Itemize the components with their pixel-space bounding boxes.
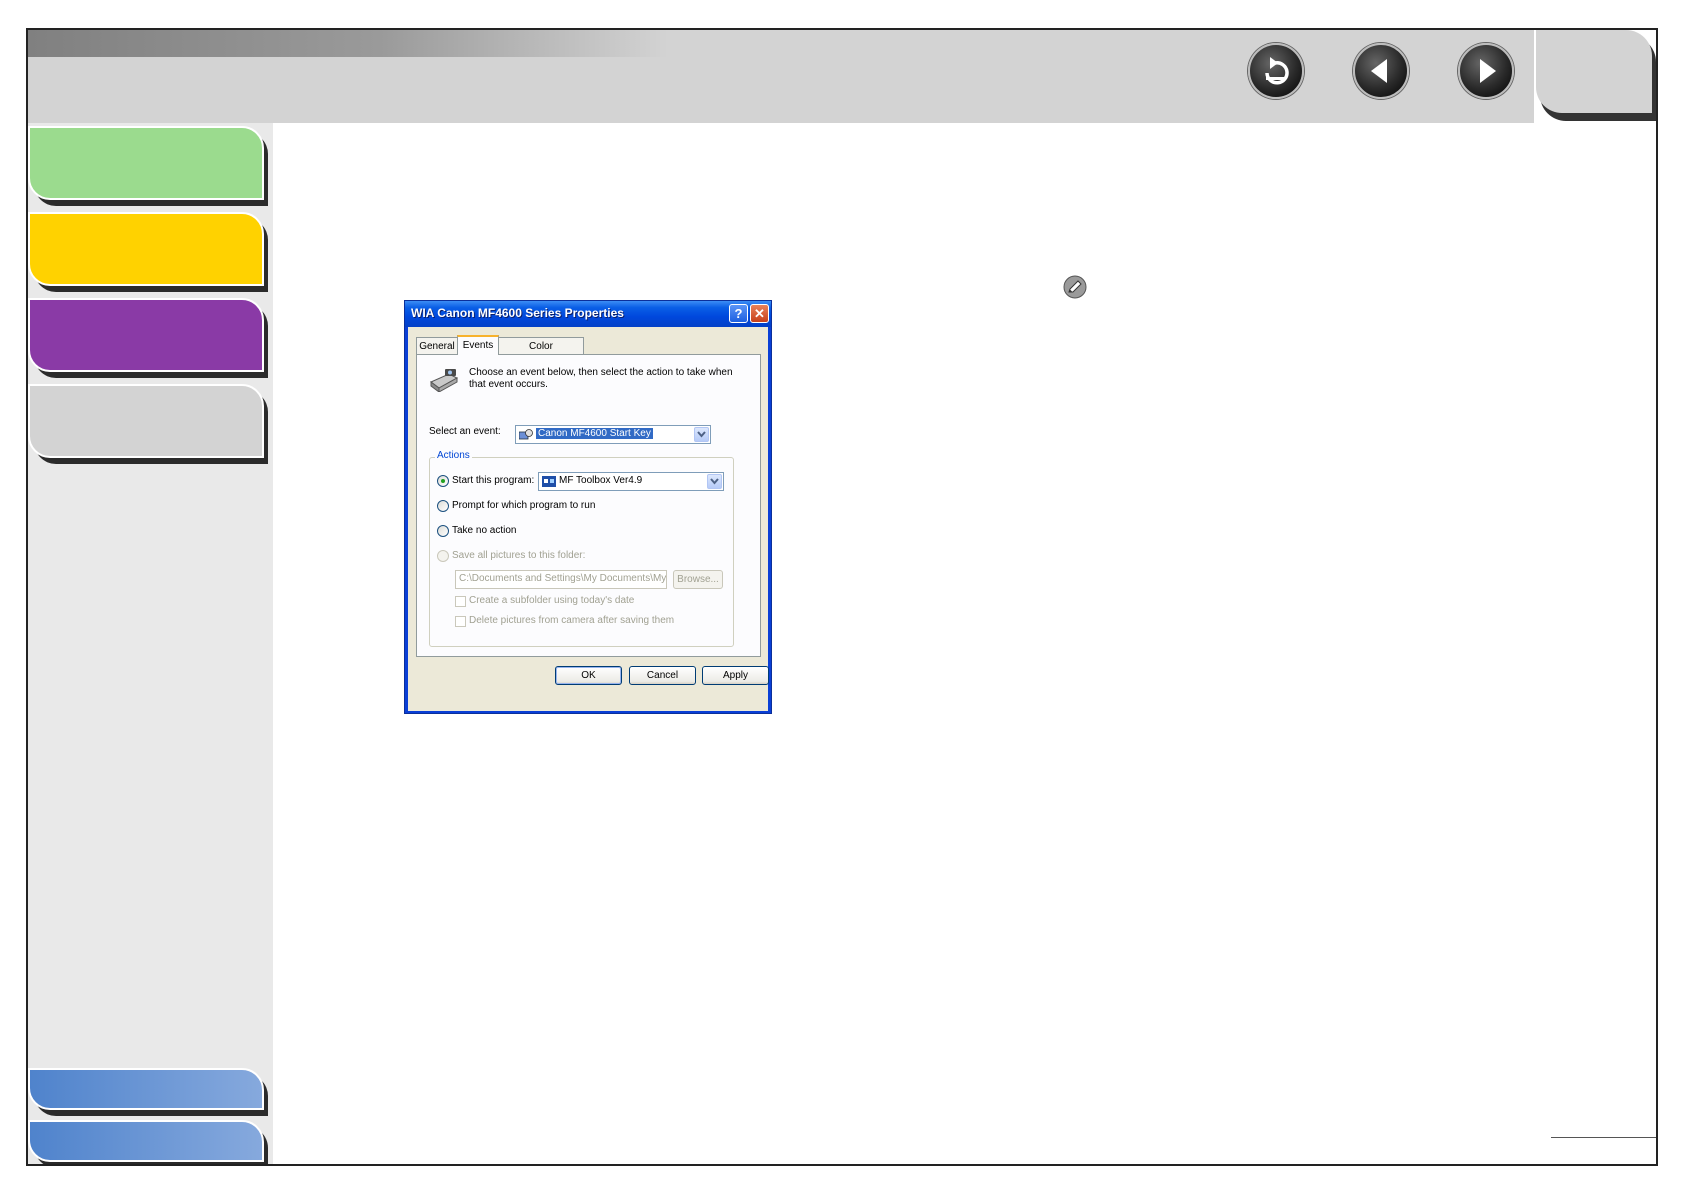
- save-folder-label: Save all pictures to this folder:: [452, 550, 586, 561]
- no-action-label: Take no action: [452, 525, 517, 536]
- top-bar: [28, 30, 1534, 123]
- footer-rule: [1551, 1137, 1656, 1138]
- sidebar-tab-gray[interactable]: [28, 384, 268, 464]
- device-event-icon: [519, 429, 533, 440]
- event-value: Canon MF4600 Start Key: [536, 428, 653, 439]
- start-program-radio[interactable]: [437, 475, 449, 487]
- events-description: Choose an event below, then select the a…: [469, 367, 733, 390]
- return-arrow-icon: [1265, 57, 1289, 85]
- delete-checkbox: [455, 616, 466, 627]
- previous-page-button[interactable]: [1353, 43, 1409, 99]
- chevron-down-icon[interactable]: [707, 474, 722, 489]
- triangle-left-icon: [1371, 59, 1387, 83]
- no-action-radio[interactable]: [437, 525, 449, 537]
- scanner-camera-icon: [430, 369, 459, 392]
- tab-color-management[interactable]: Color Management: [498, 337, 584, 369]
- next-page-button[interactable]: [1458, 43, 1514, 99]
- prompt-program-radio[interactable]: [437, 500, 449, 512]
- pencil-note-icon: [1063, 275, 1087, 299]
- sidebar-tab-green[interactable]: [28, 126, 268, 206]
- delete-label: Delete pictures from camera after saving…: [469, 615, 675, 626]
- ok-button[interactable]: OK: [555, 666, 622, 685]
- page-frame: [26, 28, 1658, 1166]
- sidebar-tab-yellow[interactable]: [28, 212, 268, 292]
- apply-button[interactable]: Apply: [702, 666, 769, 685]
- tab-events[interactable]: Events: [457, 335, 499, 355]
- top-bar-stripe: [28, 30, 668, 57]
- program-value: MF Toolbox Ver4.9: [559, 475, 643, 486]
- program-dropdown[interactable]: MF Toolbox Ver4.9: [538, 472, 724, 491]
- browse-button: Browse...: [673, 570, 723, 589]
- sidebar: [28, 123, 273, 1164]
- triangle-right-icon: [1480, 59, 1496, 83]
- select-event-label: Select an event:: [429, 426, 501, 437]
- folder-path-input: C:\Documents and Settings\My Documents\M…: [455, 570, 667, 589]
- properties-dialog: WIA Canon MF4600 Series Properties ? ✕ G…: [404, 300, 772, 714]
- dialog-titlebar: WIA Canon MF4600 Series Properties ? ✕: [405, 301, 771, 327]
- events-panel: Choose an event below, then select the a…: [416, 354, 761, 657]
- chevron-down-icon[interactable]: [694, 427, 709, 442]
- start-program-label: Start this program:: [452, 475, 535, 486]
- sidebar-tab-purple[interactable]: [28, 298, 268, 378]
- dialog-client: General Events Color Management Choose a…: [408, 327, 769, 711]
- sidebar-bottom-tab-2[interactable]: [28, 1120, 268, 1164]
- prompt-program-label: Prompt for which program to run: [452, 500, 596, 511]
- top-right-tab[interactable]: [1536, 30, 1656, 123]
- event-dropdown[interactable]: Canon MF4600 Start Key: [515, 425, 711, 444]
- sidebar-bottom-tab-1[interactable]: [28, 1068, 268, 1116]
- toolbox-app-icon: [542, 476, 556, 487]
- help-button[interactable]: ?: [729, 304, 748, 323]
- save-folder-radio: [437, 550, 449, 562]
- tab-general[interactable]: General: [416, 337, 458, 354]
- actions-label: Actions: [435, 450, 472, 461]
- dialog-title: WIA Canon MF4600 Series Properties: [411, 306, 624, 320]
- cancel-button[interactable]: Cancel: [629, 666, 696, 685]
- subfolder-label: Create a subfolder using today's date: [469, 595, 635, 606]
- back-button[interactable]: [1248, 43, 1304, 99]
- subfolder-checkbox: [455, 596, 466, 607]
- close-button[interactable]: ✕: [750, 304, 769, 323]
